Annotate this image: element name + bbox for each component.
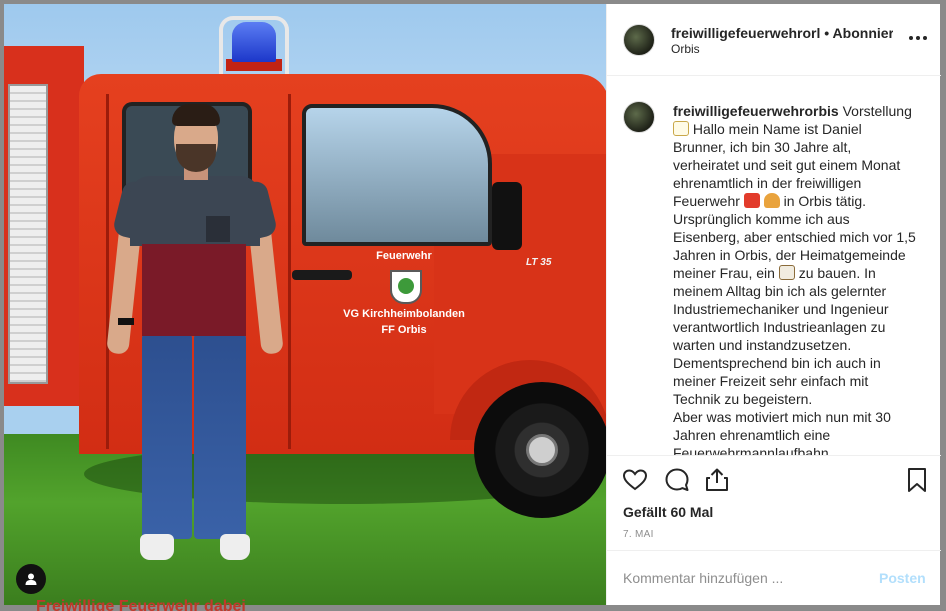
crest-icon bbox=[390, 270, 422, 304]
location-link[interactable]: Orbis bbox=[671, 42, 700, 56]
caption-line: Hallo mein Name ist Daniel bbox=[692, 121, 862, 137]
more-options-button[interactable] bbox=[905, 26, 931, 50]
caption-line: Jahren in Orbis, der Heimatgemeinde bbox=[673, 247, 906, 263]
post-sidebar: freiwilligefeuerwehrorl • Abonniert Orbi… bbox=[606, 4, 941, 605]
caption-line: meinem Alltag bin ich als gelernter bbox=[673, 283, 887, 299]
avatar[interactable] bbox=[623, 24, 655, 56]
model-badge: LT 35 bbox=[526, 257, 552, 268]
follow-status[interactable]: Abonniert bbox=[833, 25, 893, 41]
caption-username[interactable]: freiwilligefeuerwehrorbis bbox=[673, 103, 839, 119]
door-seam bbox=[288, 94, 291, 449]
person-shirt-top bbox=[130, 176, 260, 246]
user-tag-button[interactable] bbox=[16, 564, 46, 594]
side-mirror bbox=[492, 182, 522, 250]
post-date[interactable]: 7. MAI bbox=[623, 529, 654, 540]
caption-line: Aber was motiviert mich nun mit 30 bbox=[673, 409, 891, 425]
bookmark-icon[interactable] bbox=[903, 466, 931, 494]
comment-bar: Posten bbox=[607, 550, 941, 605]
firefighter-emoji-icon bbox=[763, 193, 780, 208]
person-right-shoe bbox=[220, 534, 250, 560]
instagram-post-modal: Feuerwehr VG Kirchheimbolanden FF Orbis … bbox=[4, 4, 941, 605]
door-label-ff: FF Orbis bbox=[381, 324, 427, 336]
header-username-row: freiwilligefeuerwehrorl • Abonniert bbox=[671, 25, 893, 41]
door-seam bbox=[106, 94, 109, 449]
more-options-icon bbox=[909, 36, 913, 40]
comment-icon[interactable] bbox=[663, 466, 691, 494]
wristwatch bbox=[118, 318, 134, 325]
header-separator: • bbox=[824, 25, 830, 41]
caption-line: Vorstellung bbox=[842, 103, 912, 119]
user-tag-icon bbox=[25, 573, 37, 585]
person-right-leg bbox=[194, 334, 246, 539]
house-emoji-icon bbox=[778, 265, 795, 280]
truck-roller-shutter bbox=[8, 84, 48, 384]
caption-line: verantwortlich Industrieanlagen zu bbox=[673, 319, 886, 335]
more-dot bbox=[923, 36, 927, 40]
caption-line: Feuerwehr bbox=[673, 193, 740, 209]
share-icon[interactable] bbox=[703, 466, 731, 494]
person-hair bbox=[172, 104, 220, 126]
shirt-pocket bbox=[206, 216, 230, 242]
header-username[interactable]: freiwilligefeuerwehrorl bbox=[671, 25, 820, 41]
truck-front-window bbox=[302, 104, 492, 246]
caption-line: warten und instandzusetzen. bbox=[673, 337, 852, 353]
caption-line: in Orbis tätig. bbox=[783, 193, 867, 209]
comment-input[interactable] bbox=[623, 568, 863, 588]
caption-line: Feuerwehrmannlaufbahn bbox=[673, 445, 829, 455]
post-header: freiwilligefeuerwehrorl • Abonniert Orbi… bbox=[607, 4, 941, 76]
background-page-caption: Freiwillige Feuerwehr dabei bbox=[36, 598, 246, 611]
caption-line: zu bauen. In bbox=[798, 265, 876, 281]
post-actions: Gefällt 60 Mal 7. MAI bbox=[607, 455, 941, 550]
caption-scroll-area[interactable]: freiwilligefeuerwehrorbis Vorstellung Ha… bbox=[607, 77, 941, 455]
person-left-leg bbox=[142, 334, 192, 539]
caption-line: Industriemechaniker und Ingenieur bbox=[673, 301, 889, 317]
blue-light-icon bbox=[232, 22, 276, 62]
caption-text: freiwilligefeuerwehrorbis Vorstellung Ha… bbox=[673, 102, 923, 455]
caption-line: Dementsprechend bin ich auch in bbox=[673, 355, 881, 371]
caption-line: meiner Freizeit sehr einfach mit bbox=[673, 373, 869, 389]
caption-line: ehrenamtlich in der freiwilligen bbox=[673, 175, 862, 191]
door-label-vg: VG Kirchheimbolanden bbox=[343, 308, 465, 320]
door-handle bbox=[292, 270, 352, 280]
caption-line: Eisenberg, aber entschied mich vor 1,5 bbox=[673, 229, 916, 245]
post-comment-button[interactable]: Posten bbox=[879, 570, 926, 586]
wheel-hub bbox=[526, 434, 558, 466]
likes-count[interactable]: Gefällt 60 Mal bbox=[623, 504, 713, 520]
caption-line: Ursprünglich komme ich aus bbox=[673, 211, 850, 227]
more-dot bbox=[916, 36, 920, 40]
caption-line: Technik zu begeistern. bbox=[673, 391, 813, 407]
memo-emoji-icon bbox=[673, 121, 689, 136]
heart-icon[interactable] bbox=[621, 466, 649, 494]
person-shirt-bottom bbox=[142, 244, 246, 336]
person-left-shoe bbox=[140, 534, 174, 560]
caption-line: verheiratet und seit gut einem Monat bbox=[673, 157, 901, 173]
caption-avatar[interactable] bbox=[623, 101, 655, 133]
post-photo: Feuerwehr VG Kirchheimbolanden FF Orbis … bbox=[4, 4, 606, 605]
caption-line: meiner Frau, ein bbox=[673, 265, 775, 281]
door-label-feuerwehr: Feuerwehr bbox=[376, 250, 432, 262]
fire-engine-emoji-icon bbox=[743, 193, 760, 208]
caption-line: Jahren ehrenamtlich eine bbox=[673, 427, 831, 443]
caption-line: Brunner, ich bin 30 Jahre alt, bbox=[673, 139, 852, 155]
